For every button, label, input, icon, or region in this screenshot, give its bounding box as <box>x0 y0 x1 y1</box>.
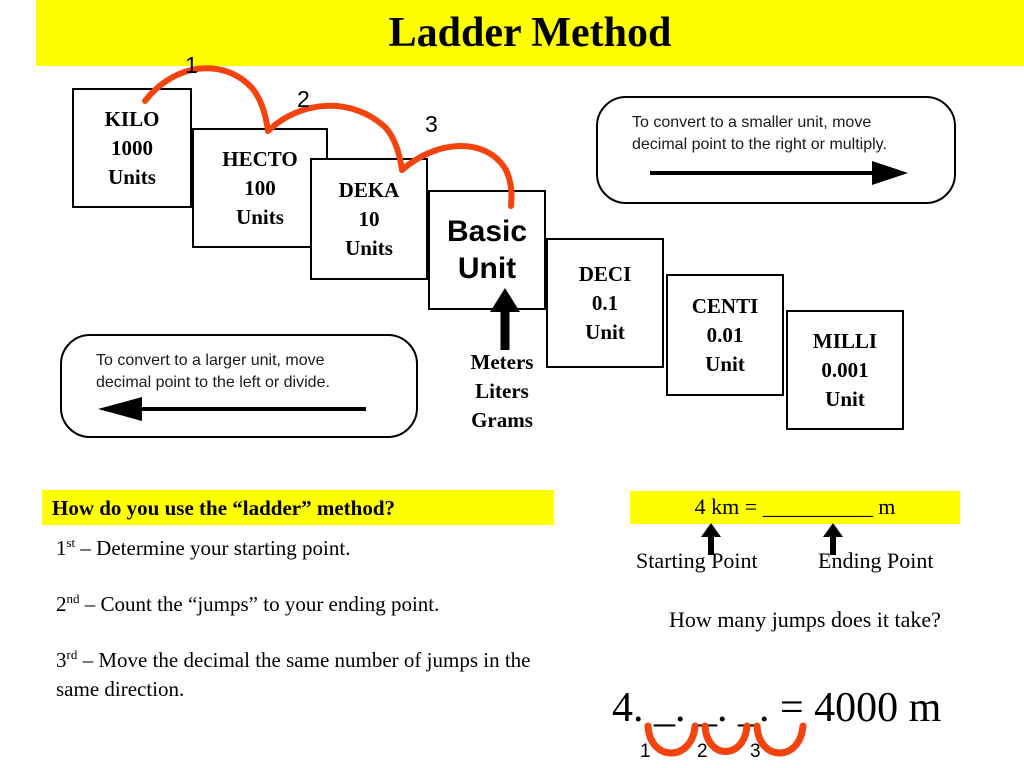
ladder-step-centi-value: 0.01 <box>706 322 744 347</box>
callout-convert-larger: To convert to a larger unit, move decima… <box>60 334 418 438</box>
ladder-step-deka-unit: Units <box>345 235 393 260</box>
ladder-step-milli-value: 0.001 <box>821 357 869 382</box>
callout-larger-line1: To convert to a larger unit, move <box>96 352 325 369</box>
ladder-step-milli: MILLI 0.001 Unit <box>786 310 904 430</box>
ladder-step-centi: CENTI 0.01 Unit <box>666 274 784 396</box>
ladder-step-milli-name: MILLI <box>812 328 878 353</box>
ladder-step-kilo-value: 1000 <box>111 135 153 160</box>
howto-step-2-ordinal: 2 <box>56 592 67 616</box>
ladder-step-deka-value: 10 <box>358 206 380 231</box>
ladder-step-deci-value: 0.1 <box>591 290 619 315</box>
howto-step-2-text: – Count the “jumps” to your ending point… <box>79 592 440 616</box>
decimal-equation: 4. _. _. _. = 4000 m <box>612 683 941 733</box>
howto-step-3-suffix: rd <box>66 647 78 662</box>
callout-larger-line2: decimal point to the left or divide. <box>96 374 330 391</box>
example-equation: 4 km = __________ m <box>694 494 896 519</box>
ladder-step-hecto: HECTO 100 Units <box>192 128 328 248</box>
decimal-equation-blank-3: _. <box>738 685 770 731</box>
decimal-arc-label-1: 1 <box>640 741 651 762</box>
ladder-step-kilo-name: KILO <box>104 106 160 131</box>
jump-label-2: 2 <box>297 86 310 112</box>
basic-unit-caption-meters: Meters <box>470 350 534 374</box>
howto-step-2: 2nd – Count the “jumps” to your ending p… <box>56 590 439 619</box>
slide-canvas: Ladder Method KILO 1000 Units HECTO 100 … <box>0 0 1024 768</box>
ladder-step-deci-name: DECI <box>578 261 632 286</box>
howto-step-1-suffix: st <box>66 535 76 550</box>
howto-step-1-text: – Determine your starting point. <box>75 536 351 560</box>
page-title: Ladder Method <box>388 10 672 56</box>
howto-heading: How do you use the “ladder” method? <box>52 496 396 520</box>
arrow-left-icon <box>98 397 366 421</box>
ladder-step-hecto-value: 100 <box>244 175 276 200</box>
ladder-step-hecto-unit: Units <box>236 204 284 229</box>
jump-label-1: 1 <box>185 52 198 78</box>
callout-convert-larger-text: To convert to a larger unit, move decima… <box>96 350 330 394</box>
arrow-right-icon <box>650 161 908 185</box>
basic-unit-caption-liters: Liters <box>475 379 529 403</box>
howto-step-3-ordinal: 3 <box>56 648 67 672</box>
ladder-step-kilo: KILO 1000 Units <box>72 88 192 208</box>
decimal-equation-result: = 4000 m <box>780 685 942 731</box>
howto-step-1: 1st – Determine your starting point. <box>56 534 350 563</box>
jump-label-3: 3 <box>425 111 438 137</box>
ladder-step-milli-unit: Unit <box>825 386 865 411</box>
ladder-step-basic-name: Basic <box>446 215 528 248</box>
decimal-arc-label-3: 3 <box>750 741 761 762</box>
ladder-step-deka: DEKA 10 Units <box>310 158 428 280</box>
basic-unit-pointer-arrow-icon <box>490 288 520 350</box>
howto-step-3: 3rd – Move the decimal the same number o… <box>56 646 536 704</box>
ladder-step-deka-name: DEKA <box>338 177 400 202</box>
ladder-step-centi-name: CENTI <box>691 293 759 318</box>
basic-unit-caption-grams: Grams <box>471 408 533 432</box>
howto-step-2-suffix: nd <box>66 591 80 606</box>
ladder-step-kilo-unit: Units <box>108 164 156 189</box>
decimal-arc-label-2: 2 <box>697 741 708 762</box>
decimal-equation-blank-2: _. <box>696 685 728 731</box>
decimal-equation-blank-1: _. <box>654 685 686 731</box>
ladder-step-deci-unit: Unit <box>585 319 625 344</box>
ladder-step-basic-value: Unit <box>457 252 517 285</box>
howto-step-1-ordinal: 1 <box>56 536 67 560</box>
ending-point-label: Ending Point <box>818 548 934 573</box>
callout-convert-smaller-text: To convert to a smaller unit, move decim… <box>632 112 887 156</box>
ladder-step-centi-unit: Unit <box>705 351 745 376</box>
basic-unit-caption: Meters Liters Grams <box>432 348 572 435</box>
jumps-question: How many jumps does it take? <box>669 607 941 632</box>
callout-smaller-line2: decimal point to the right or multiply. <box>632 136 887 153</box>
callout-smaller-line1: To convert to a smaller unit, move <box>632 114 872 131</box>
howto-step-3-text: – Move the decimal the same number of ju… <box>56 648 531 701</box>
callout-convert-smaller: To convert to a smaller unit, move decim… <box>596 96 956 204</box>
starting-point-label: Starting Point <box>636 548 758 573</box>
ladder-step-hecto-name: HECTO <box>222 146 298 171</box>
decimal-equation-number: 4. <box>612 685 644 731</box>
